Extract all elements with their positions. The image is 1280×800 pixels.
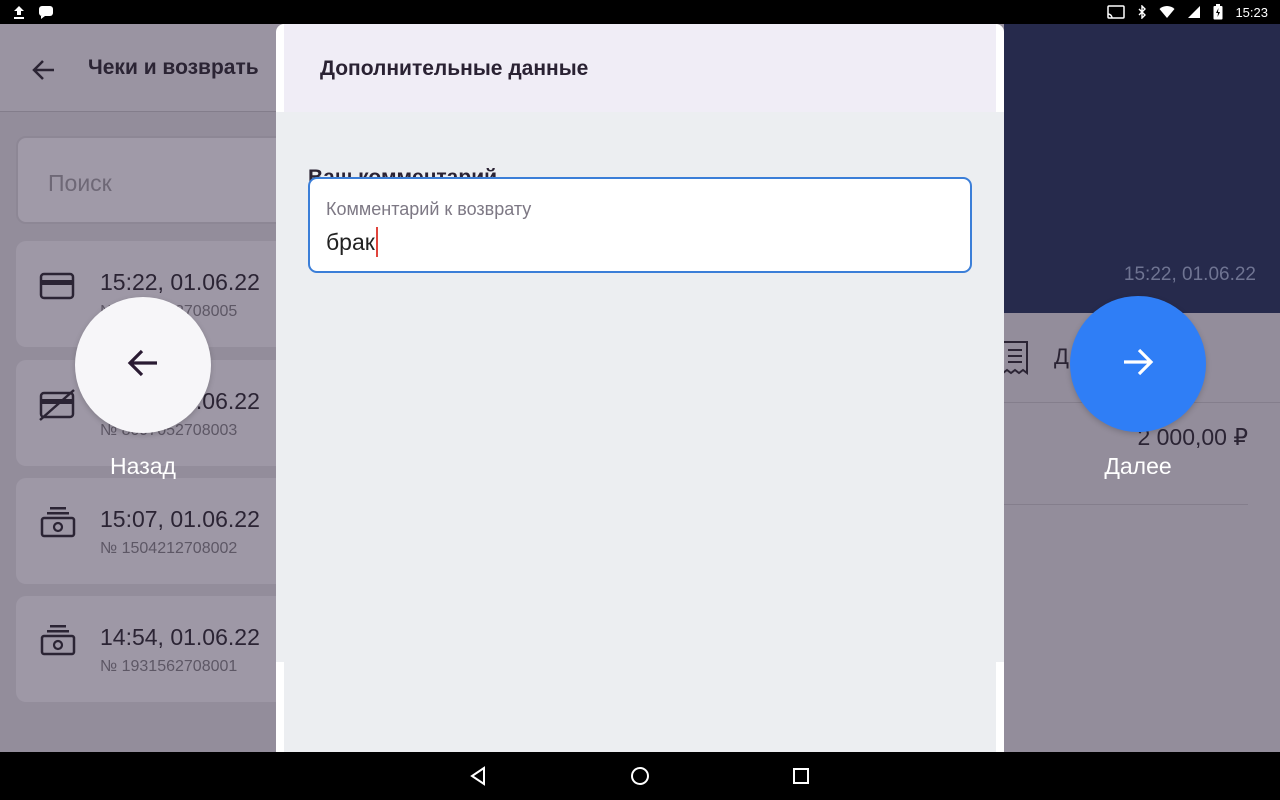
next-button[interactable]: [1070, 296, 1206, 432]
divider: [1004, 504, 1248, 505]
input-value: брак: [326, 228, 375, 255]
input-hint: Комментарий к возврату: [326, 199, 532, 219]
receipt-list-item[interactable]: 15:07, 01.06.22 № 1504212708002: [16, 478, 316, 584]
back-button[interactable]: [75, 297, 211, 433]
additional-data-dialog: Дополнительные данные Ваш комментарий Ко…: [276, 24, 1004, 752]
bluetooth-icon: [1137, 5, 1147, 19]
receipt-time: 15:07, 01.06.22: [100, 506, 260, 532]
cash-icon: [38, 506, 78, 540]
status-bar: 15:23: [0, 0, 1280, 24]
credit-card-icon: [38, 269, 78, 303]
page-title: Чеки и возврать: [88, 56, 259, 79]
battery-icon: [1213, 4, 1223, 20]
status-time: 15:23: [1235, 4, 1268, 20]
text-caret: [375, 227, 378, 257]
receipt-number: № 1504212708002: [100, 540, 238, 557]
arrow-left-icon: [123, 343, 163, 388]
receipt-time: 15:22, 01.06.22: [100, 269, 260, 295]
receipt-time: 14:54, 01.06.22: [100, 624, 260, 650]
cash-icon: [38, 624, 78, 658]
nav-home-icon[interactable]: [628, 764, 652, 788]
receipt-list-item[interactable]: 14:54, 01.06.22 № 1931562708001: [16, 596, 316, 702]
search-field[interactable]: Поиск: [16, 136, 316, 224]
signal-icon: [1187, 5, 1201, 19]
upload-icon: [12, 5, 26, 19]
return-comment-input[interactable]: Комментарий к возврату брак: [308, 177, 972, 273]
receipt-detail-date: 15:22, 01.06.22: [1123, 264, 1256, 285]
arrow-right-icon: [1118, 342, 1158, 387]
next-button-label[interactable]: Далее: [1058, 453, 1218, 480]
back-button-label[interactable]: Назад: [63, 453, 223, 480]
receipt-detail-label: Д: [1054, 344, 1069, 369]
wifi-icon: [1159, 5, 1175, 19]
cast-icon: [1107, 5, 1126, 19]
nav-back-icon[interactable]: [466, 764, 490, 788]
system-nav-bar: [0, 752, 1280, 800]
search-placeholder: Поиск: [48, 170, 112, 196]
dialog-title: Дополнительные данные: [320, 57, 589, 80]
dialog-header: Дополнительные данные: [284, 24, 996, 112]
receipt-detail-header: 15:22, 01.06.22: [1004, 24, 1280, 313]
back-arrow-icon[interactable]: [28, 54, 60, 86]
receipt-number: № 1931562708001: [100, 658, 238, 675]
input-value-wrapper[interactable]: брак: [326, 227, 378, 257]
dialog-footer-inner: [284, 662, 996, 752]
message-icon: [38, 5, 54, 19]
nav-recents-icon[interactable]: [789, 764, 813, 788]
card-crossed-icon: [38, 388, 78, 422]
